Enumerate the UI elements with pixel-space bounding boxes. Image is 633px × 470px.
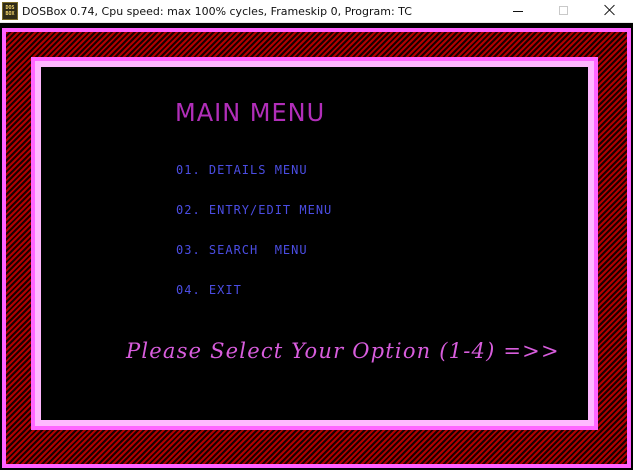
main-menu-title: MAIN MENU [175, 98, 326, 128]
maximize-button[interactable] [541, 0, 587, 23]
menu-option-details[interactable]: 01. DETAILS MENU [176, 163, 308, 177]
option-selection-prompt: Please Select Your Option (1-4) =>> [126, 339, 560, 363]
menu-option-search[interactable]: 03. SEARCH MENU [176, 243, 308, 257]
dosbox-icon: DOS BOX [2, 2, 18, 20]
dos-program-screen[interactable]: MAIN MENU 01. DETAILS MENU 02. ENTRY/EDI… [0, 23, 633, 470]
close-icon [604, 4, 616, 16]
minimize-icon [513, 11, 523, 12]
dosbox-window: DOS BOX DOSBox 0.74, Cpu speed: max 100%… [0, 0, 633, 470]
minimize-button[interactable] [495, 0, 541, 23]
window-title: DOSBox 0.74, Cpu speed: max 100% cycles,… [22, 5, 412, 18]
menu-option-exit[interactable]: 04. EXIT [176, 283, 242, 297]
menu-option-entry-edit[interactable]: 02. ENTRY/EDIT MENU [176, 203, 332, 217]
maximize-icon [559, 6, 568, 15]
window-titlebar[interactable]: DOS BOX DOSBox 0.74, Cpu speed: max 100%… [0, 0, 633, 23]
window-controls [495, 0, 633, 23]
close-button[interactable] [587, 0, 633, 23]
